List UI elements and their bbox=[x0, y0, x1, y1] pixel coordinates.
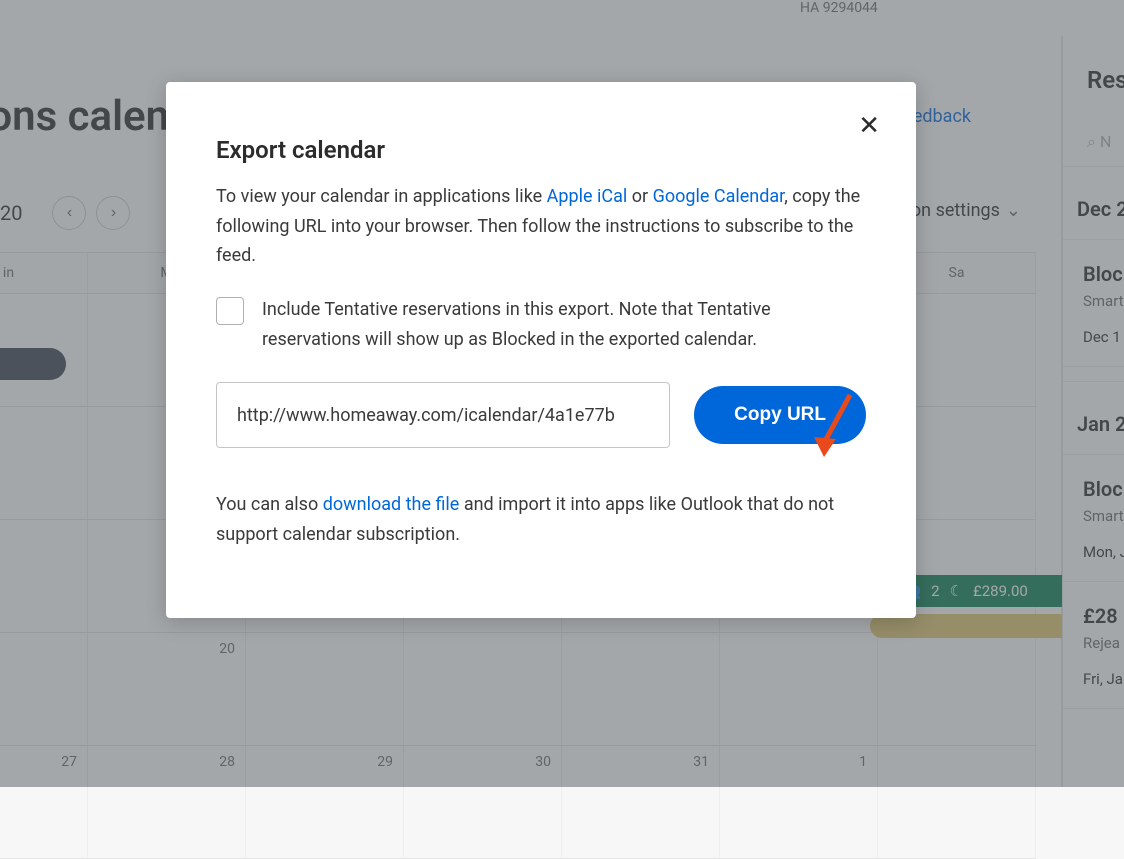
export-calendar-modal: ✕ Export calendar To view your calendar … bbox=[166, 82, 916, 618]
modal-footer-text: You can also download the file and impor… bbox=[216, 490, 866, 549]
export-url-input[interactable] bbox=[216, 382, 670, 448]
checkbox-label: Include Tentative reservations in this e… bbox=[262, 295, 866, 354]
modal-description: To view your calendar in applications li… bbox=[216, 182, 866, 271]
annotation-arrow-icon bbox=[810, 387, 860, 457]
apple-ical-link[interactable]: Apple iCal bbox=[547, 186, 628, 207]
modal-title: Export calendar bbox=[216, 136, 866, 164]
close-button[interactable]: ✕ bbox=[858, 112, 880, 138]
download-file-link[interactable]: download the file bbox=[323, 494, 460, 515]
include-tentative-checkbox[interactable] bbox=[216, 297, 244, 325]
google-calendar-link[interactable]: Google Calendar bbox=[653, 186, 785, 207]
close-icon: ✕ bbox=[858, 110, 880, 140]
